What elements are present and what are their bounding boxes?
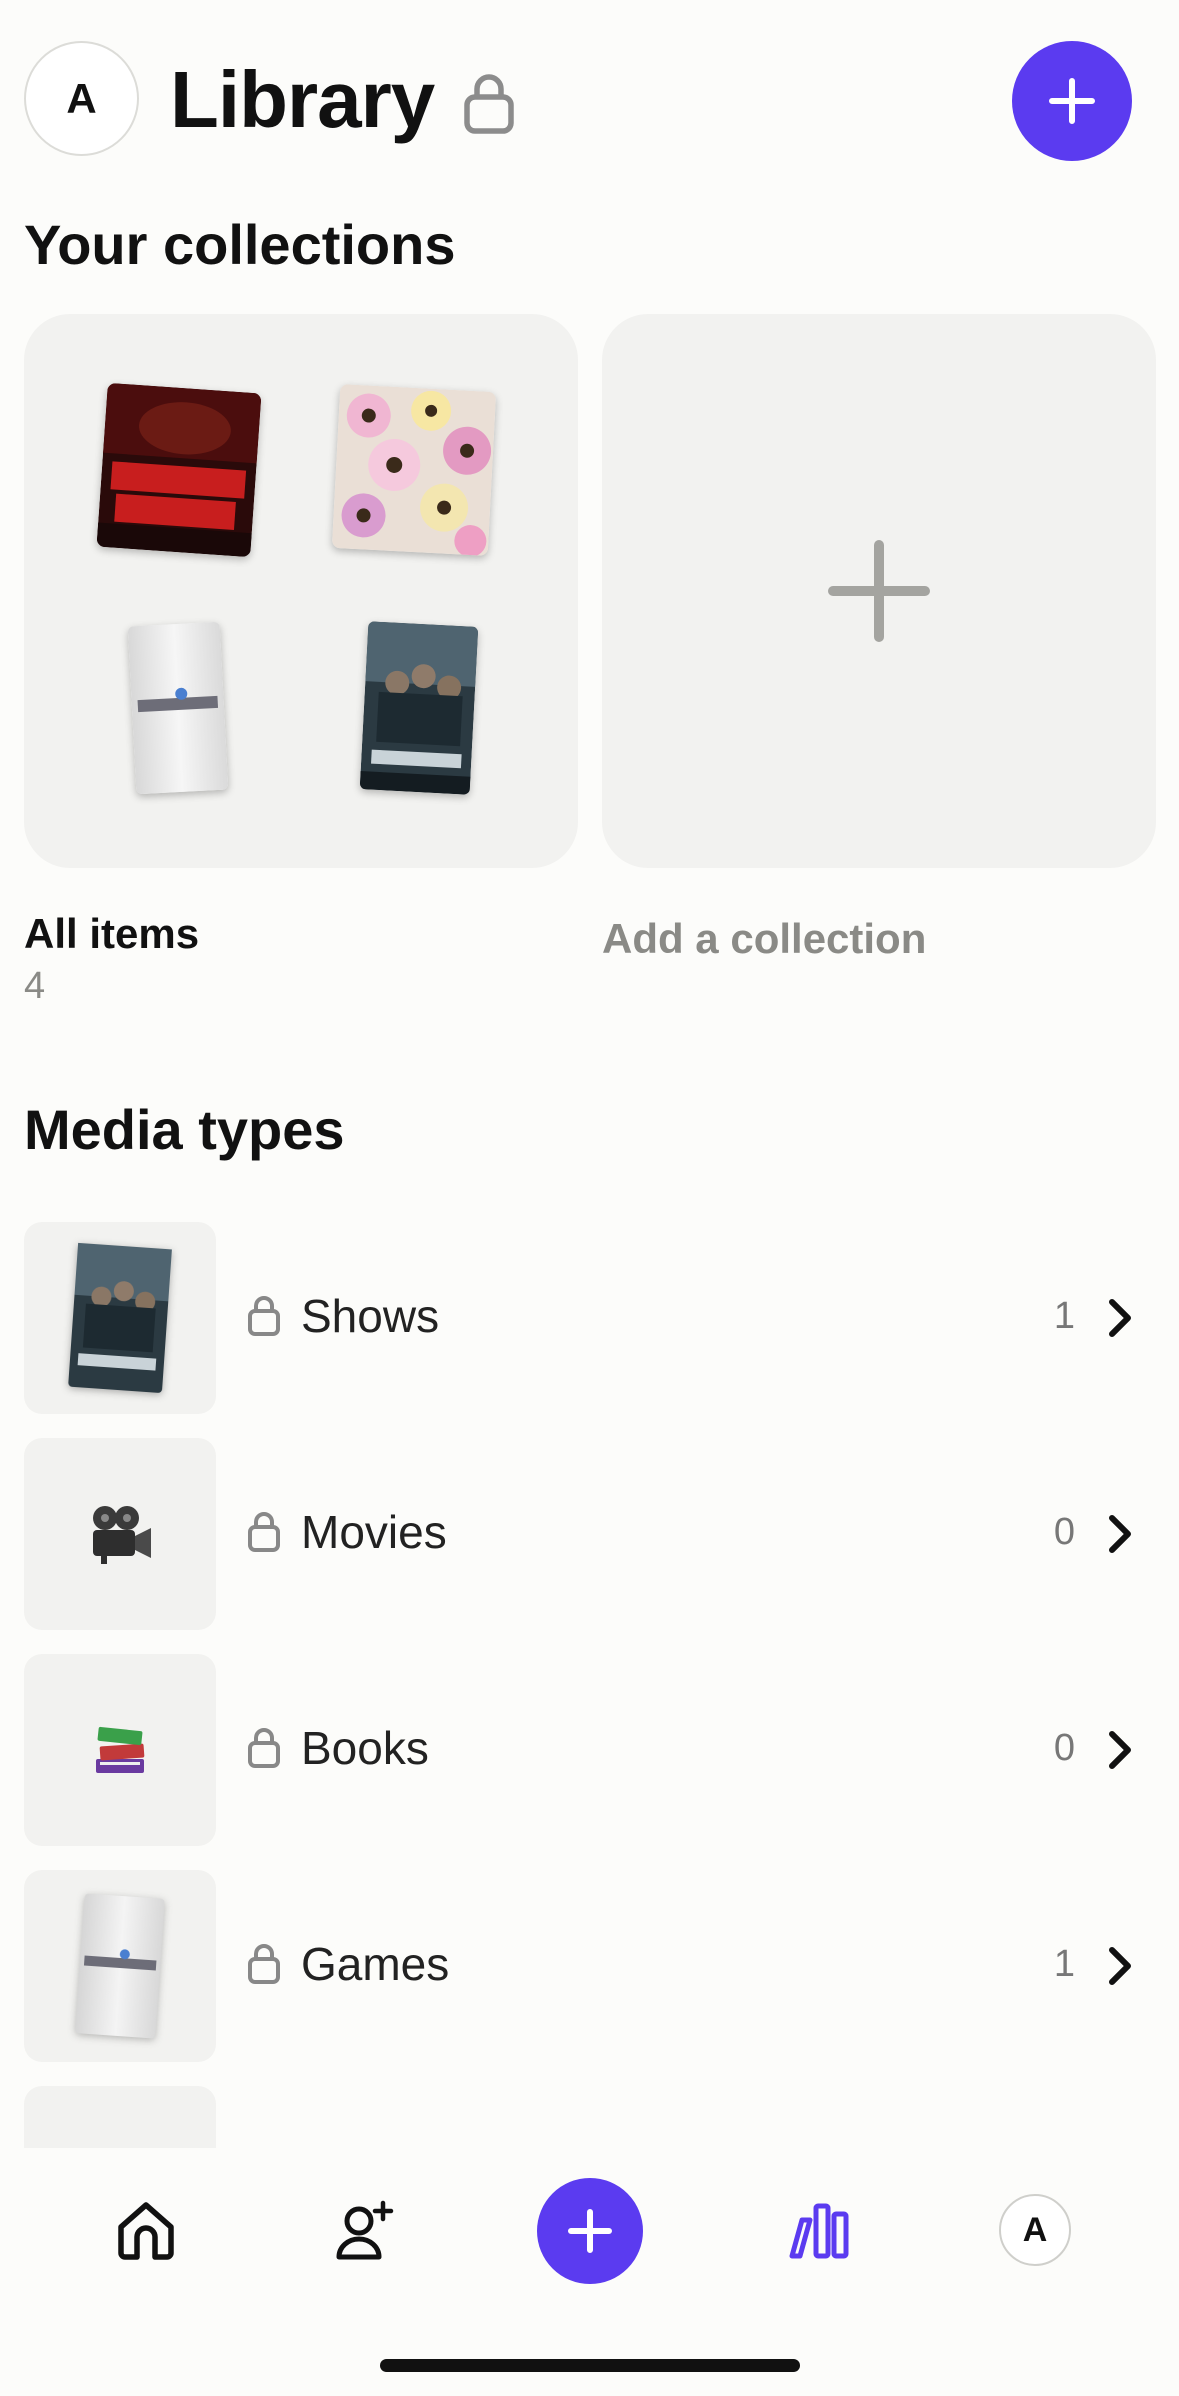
- plus-icon: [828, 540, 930, 642]
- floral-album-cover: [331, 384, 497, 556]
- avatar-initial: A: [66, 74, 97, 122]
- games-thumbnail: [24, 1870, 216, 2062]
- media-type-row-books[interactable]: Books 0: [24, 1654, 1155, 1846]
- media-type-label: Games: [301, 1938, 450, 1990]
- add-item-button[interactable]: [1012, 41, 1132, 161]
- movies-thumbnail: [24, 1438, 216, 1630]
- all-items-collection-card[interactable]: [24, 314, 578, 868]
- page-title: Library: [170, 55, 435, 144]
- all-items-label[interactable]: All items: [24, 908, 199, 960]
- chevron-right-icon: [1109, 1947, 1131, 1985]
- media-type-count: 0: [1053, 1511, 1075, 1553]
- media-type-row-shows[interactable]: Shows 1: [24, 1222, 1155, 1414]
- lock-icon: [464, 74, 514, 134]
- lock-icon: [248, 1512, 280, 1552]
- section-heading-media-types: Media types: [24, 1098, 345, 1161]
- media-type-row-games[interactable]: Games 1: [24, 1870, 1155, 2062]
- lock-icon: [248, 1728, 280, 1768]
- plus-icon: [1049, 78, 1095, 124]
- add-collection-card[interactable]: [602, 314, 1156, 868]
- home-tab[interactable]: [108, 2192, 184, 2268]
- books-icon: [96, 1726, 145, 1773]
- media-type-label: Movies: [301, 1506, 447, 1558]
- all-items-count: 4: [24, 965, 46, 1007]
- peaky-blinders-show-cover: [359, 621, 479, 795]
- shows-thumbnail: [24, 1222, 216, 1414]
- final-fantasy-game-cover: [75, 1893, 165, 2039]
- avatar-initial: A: [1022, 2210, 1048, 2249]
- library-tab[interactable]: [782, 2192, 858, 2268]
- section-heading-collections: Your collections: [24, 213, 456, 276]
- movie-camera-icon: [93, 1506, 151, 1564]
- media-type-count: 0: [1053, 1727, 1075, 1769]
- home-indicator: [380, 2359, 800, 2372]
- media-type-label: Books: [301, 1722, 429, 1774]
- add-collection-label[interactable]: Add a collection: [602, 913, 926, 965]
- media-type-count: 1: [1053, 1295, 1075, 1337]
- media-type-count: 1: [1053, 1943, 1075, 1985]
- plus-icon: [568, 2209, 612, 2253]
- add-tab-button[interactable]: [537, 2178, 643, 2284]
- home-icon: [118, 2202, 174, 2260]
- media-type-row-movies[interactable]: Movies 0: [24, 1438, 1155, 1630]
- media-type-row-partial[interactable]: [24, 2086, 1155, 2148]
- library-icon: [789, 2203, 849, 2259]
- add-friend-icon: [336, 2200, 394, 2260]
- chevron-right-icon: [1109, 1515, 1131, 1553]
- partial-thumbnail: [24, 2086, 216, 2148]
- chevron-right-icon: [1109, 1299, 1131, 1337]
- alter-ego-album-cover: [96, 382, 262, 558]
- profile-avatar-button[interactable]: A: [24, 41, 139, 156]
- lock-icon: [248, 1944, 280, 1984]
- lock-icon: [248, 1296, 280, 1336]
- peaky-blinders-show-cover: [68, 1242, 172, 1393]
- chevron-right-icon: [1109, 1731, 1131, 1769]
- profile-avatar[interactable]: A: [999, 2194, 1071, 2266]
- books-thumbnail: [24, 1654, 216, 1846]
- media-type-label: Shows: [301, 1290, 440, 1342]
- final-fantasy-game-cover: [127, 621, 229, 795]
- add-friend-tab[interactable]: [326, 2192, 402, 2268]
